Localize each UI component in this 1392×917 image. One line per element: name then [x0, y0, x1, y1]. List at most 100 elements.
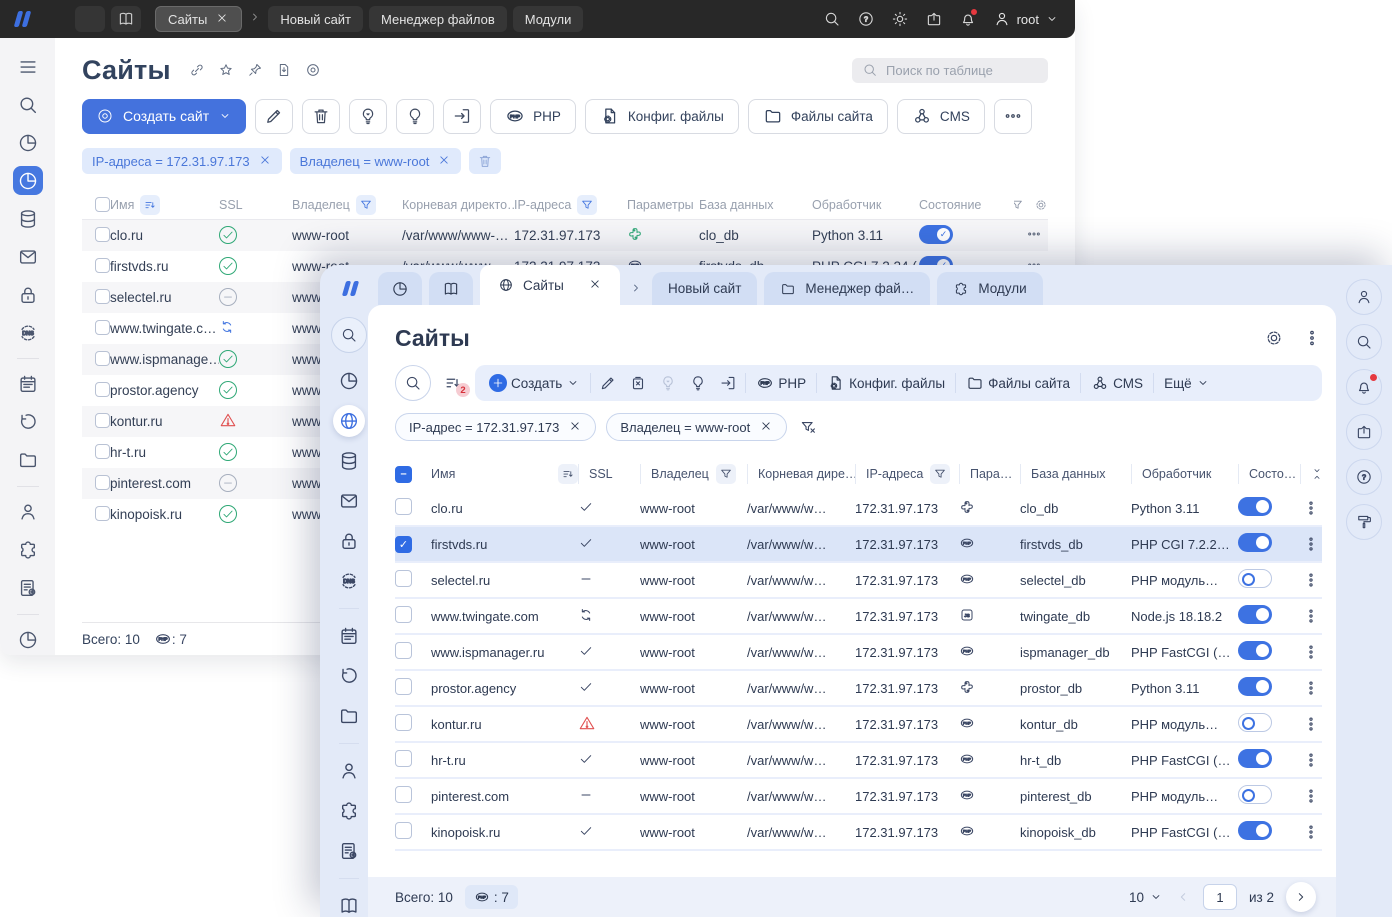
page-number-input[interactable]: 1	[1203, 884, 1237, 910]
topbar-tab[interactable]: Сайты	[155, 6, 243, 32]
state-toggle[interactable]	[1238, 497, 1272, 516]
state-toggle[interactable]	[1238, 785, 1272, 804]
col-rootdir[interactable]: Корневая дире…	[747, 464, 855, 484]
filter-icon[interactable]	[715, 464, 736, 484]
collapse-columns-button[interactable]	[1300, 464, 1322, 484]
kebab-menu-icon[interactable]	[1302, 328, 1322, 348]
cms-button[interactable]: CMS	[1083, 374, 1151, 392]
table-row[interactable]: prostor.agency www-root/var/www/w… 172.31.…	[395, 671, 1322, 707]
bulb-on-button[interactable]	[349, 98, 388, 134]
col-ip[interactable]: IP-адреса	[855, 464, 959, 484]
table-search-input[interactable]: Поиск по таблице	[852, 57, 1048, 83]
sidebar-item-puzzle[interactable]	[333, 795, 365, 827]
close-tab-icon[interactable]	[588, 277, 602, 294]
sidebar-search-button[interactable]	[331, 317, 367, 353]
sort-icon[interactable]	[558, 464, 578, 484]
more-actions-button[interactable]	[993, 98, 1032, 134]
sort-icon[interactable]	[140, 194, 161, 215]
row-checkbox[interactable]	[395, 750, 412, 767]
row-checkbox[interactable]	[395, 822, 412, 839]
config-files-button[interactable]: Конфиг. файлы	[584, 98, 739, 134]
table-row[interactable]: selectel.ru www-root/var/www/w… 172.31.97.…	[395, 563, 1322, 599]
filter-icon[interactable]	[930, 464, 951, 484]
col-handler[interactable]: Обработчик	[812, 198, 919, 212]
sidebar-item-user[interactable]	[333, 755, 365, 787]
col-name[interactable]: Имя	[110, 194, 219, 215]
row-menu-button[interactable]	[1300, 643, 1322, 661]
new-window-button[interactable]	[1346, 414, 1382, 450]
table-row[interactable]: kontur.ru www-root/var/www/w… 172.31.97.17…	[395, 707, 1322, 743]
row-menu-button[interactable]	[1300, 715, 1322, 733]
user-menu[interactable]: root	[993, 10, 1059, 28]
table-row[interactable]: clo.ru www-root/var/www/w… 172.31.97.173 cl…	[395, 491, 1322, 527]
sidebar-item-folder[interactable]	[333, 700, 365, 732]
notifications-button[interactable]	[1346, 369, 1382, 405]
help-button[interactable]	[857, 10, 875, 28]
sidebar-item-dns[interactable]	[13, 318, 43, 347]
bulb-on-button[interactable]	[653, 369, 683, 397]
table-row[interactable]: hr-t.ru www-root/var/www/w… 172.31.97.173 h…	[395, 743, 1322, 779]
table-search-button[interactable]	[395, 365, 431, 401]
more-button[interactable]: Ещё	[1156, 376, 1218, 391]
modal-tab[interactable]: Сайты	[480, 265, 620, 305]
row-checkbox[interactable]	[95, 381, 110, 397]
sidebar-item-pie[interactable]	[13, 128, 43, 157]
topbar-tab-pie-chart[interactable]	[75, 5, 105, 32]
php-button[interactable]: PHP	[490, 98, 576, 134]
remove-filter-icon[interactable]	[437, 153, 451, 170]
col-ip[interactable]: IP-адреса	[514, 194, 627, 215]
modal-tab-pie[interactable]	[378, 272, 422, 305]
col-db[interactable]: База данных	[699, 198, 812, 212]
state-toggle[interactable]	[1238, 821, 1272, 840]
title-action-star[interactable]	[218, 62, 234, 78]
table-row[interactable]: ✓ firstvds.ru www-root/var/www/w… 172.31.97…	[395, 527, 1322, 563]
state-toggle[interactable]	[919, 224, 953, 244]
col-db[interactable]: База данных	[1020, 464, 1131, 484]
sidebar-item-pie[interactable]	[12, 166, 43, 195]
table-row[interactable]: kinopoisk.ru www-root/var/www/w… 172.31.97…	[395, 815, 1322, 851]
title-action-link[interactable]	[189, 62, 205, 78]
site-files-button[interactable]: Файлы сайта	[747, 98, 888, 134]
modal-tab-book[interactable]	[429, 272, 473, 305]
modal-tab[interactable]: Модули	[937, 272, 1043, 305]
paint-button[interactable]	[1346, 504, 1382, 540]
user-button[interactable]	[1346, 279, 1382, 315]
sidebar-item-pie[interactable]	[13, 626, 43, 655]
clear-filters-button[interactable]	[469, 148, 502, 174]
row-checkbox[interactable]	[95, 288, 110, 304]
exit-button[interactable]	[713, 369, 743, 397]
site-files-button[interactable]: Файлы сайта	[958, 374, 1078, 392]
sidebar-item-pie[interactable]	[333, 365, 365, 397]
col-params[interactable]: Пара…	[959, 464, 1020, 484]
row-menu-button[interactable]	[1300, 787, 1322, 805]
create-site-button[interactable]: Создать сайт	[82, 98, 247, 134]
row-menu-button[interactable]	[1300, 535, 1322, 553]
filter-chip[interactable]: Владелец = www-root	[606, 413, 788, 441]
row-menu-button[interactable]	[1300, 751, 1322, 769]
row-checkbox[interactable]	[95, 319, 110, 335]
table-row[interactable]: clo.ru www-root/var/www/www-… 172.31.97.17…	[82, 220, 1048, 251]
php-button[interactable]: PHP	[748, 374, 814, 392]
trash-button[interactable]	[302, 98, 341, 134]
filter-chip[interactable]: IP-адреса = 172.31.97.173	[82, 148, 282, 174]
row-checkbox[interactable]	[395, 606, 412, 623]
col-state[interactable]: Состо…	[1238, 464, 1300, 484]
row-checkbox[interactable]	[395, 498, 412, 515]
col-owner[interactable]: Владелец	[292, 194, 402, 215]
col-owner[interactable]: Владелец	[640, 464, 747, 484]
sidebar-item-calendar[interactable]	[13, 370, 43, 399]
search-button[interactable]	[1346, 324, 1382, 360]
search-button[interactable]	[823, 10, 841, 28]
table-row[interactable]: www.twingate.com www-root/var/www/w… 172.3…	[395, 599, 1322, 635]
notifications-button[interactable]	[959, 8, 978, 28]
row-checkbox[interactable]: ✓	[395, 535, 412, 553]
row-checkbox[interactable]	[95, 350, 110, 366]
sidebar-item-menu[interactable]	[13, 52, 43, 81]
sidebar-item-globe[interactable]	[333, 405, 365, 437]
col-handler[interactable]: Обработчик	[1131, 464, 1238, 484]
sidebar-item-dns[interactable]	[333, 565, 365, 597]
remove-filter-icon[interactable]	[568, 419, 582, 436]
row-menu-button[interactable]	[1300, 823, 1322, 841]
sidebar-item-puzzle[interactable]	[13, 536, 43, 565]
title-action-target[interactable]	[305, 62, 321, 78]
